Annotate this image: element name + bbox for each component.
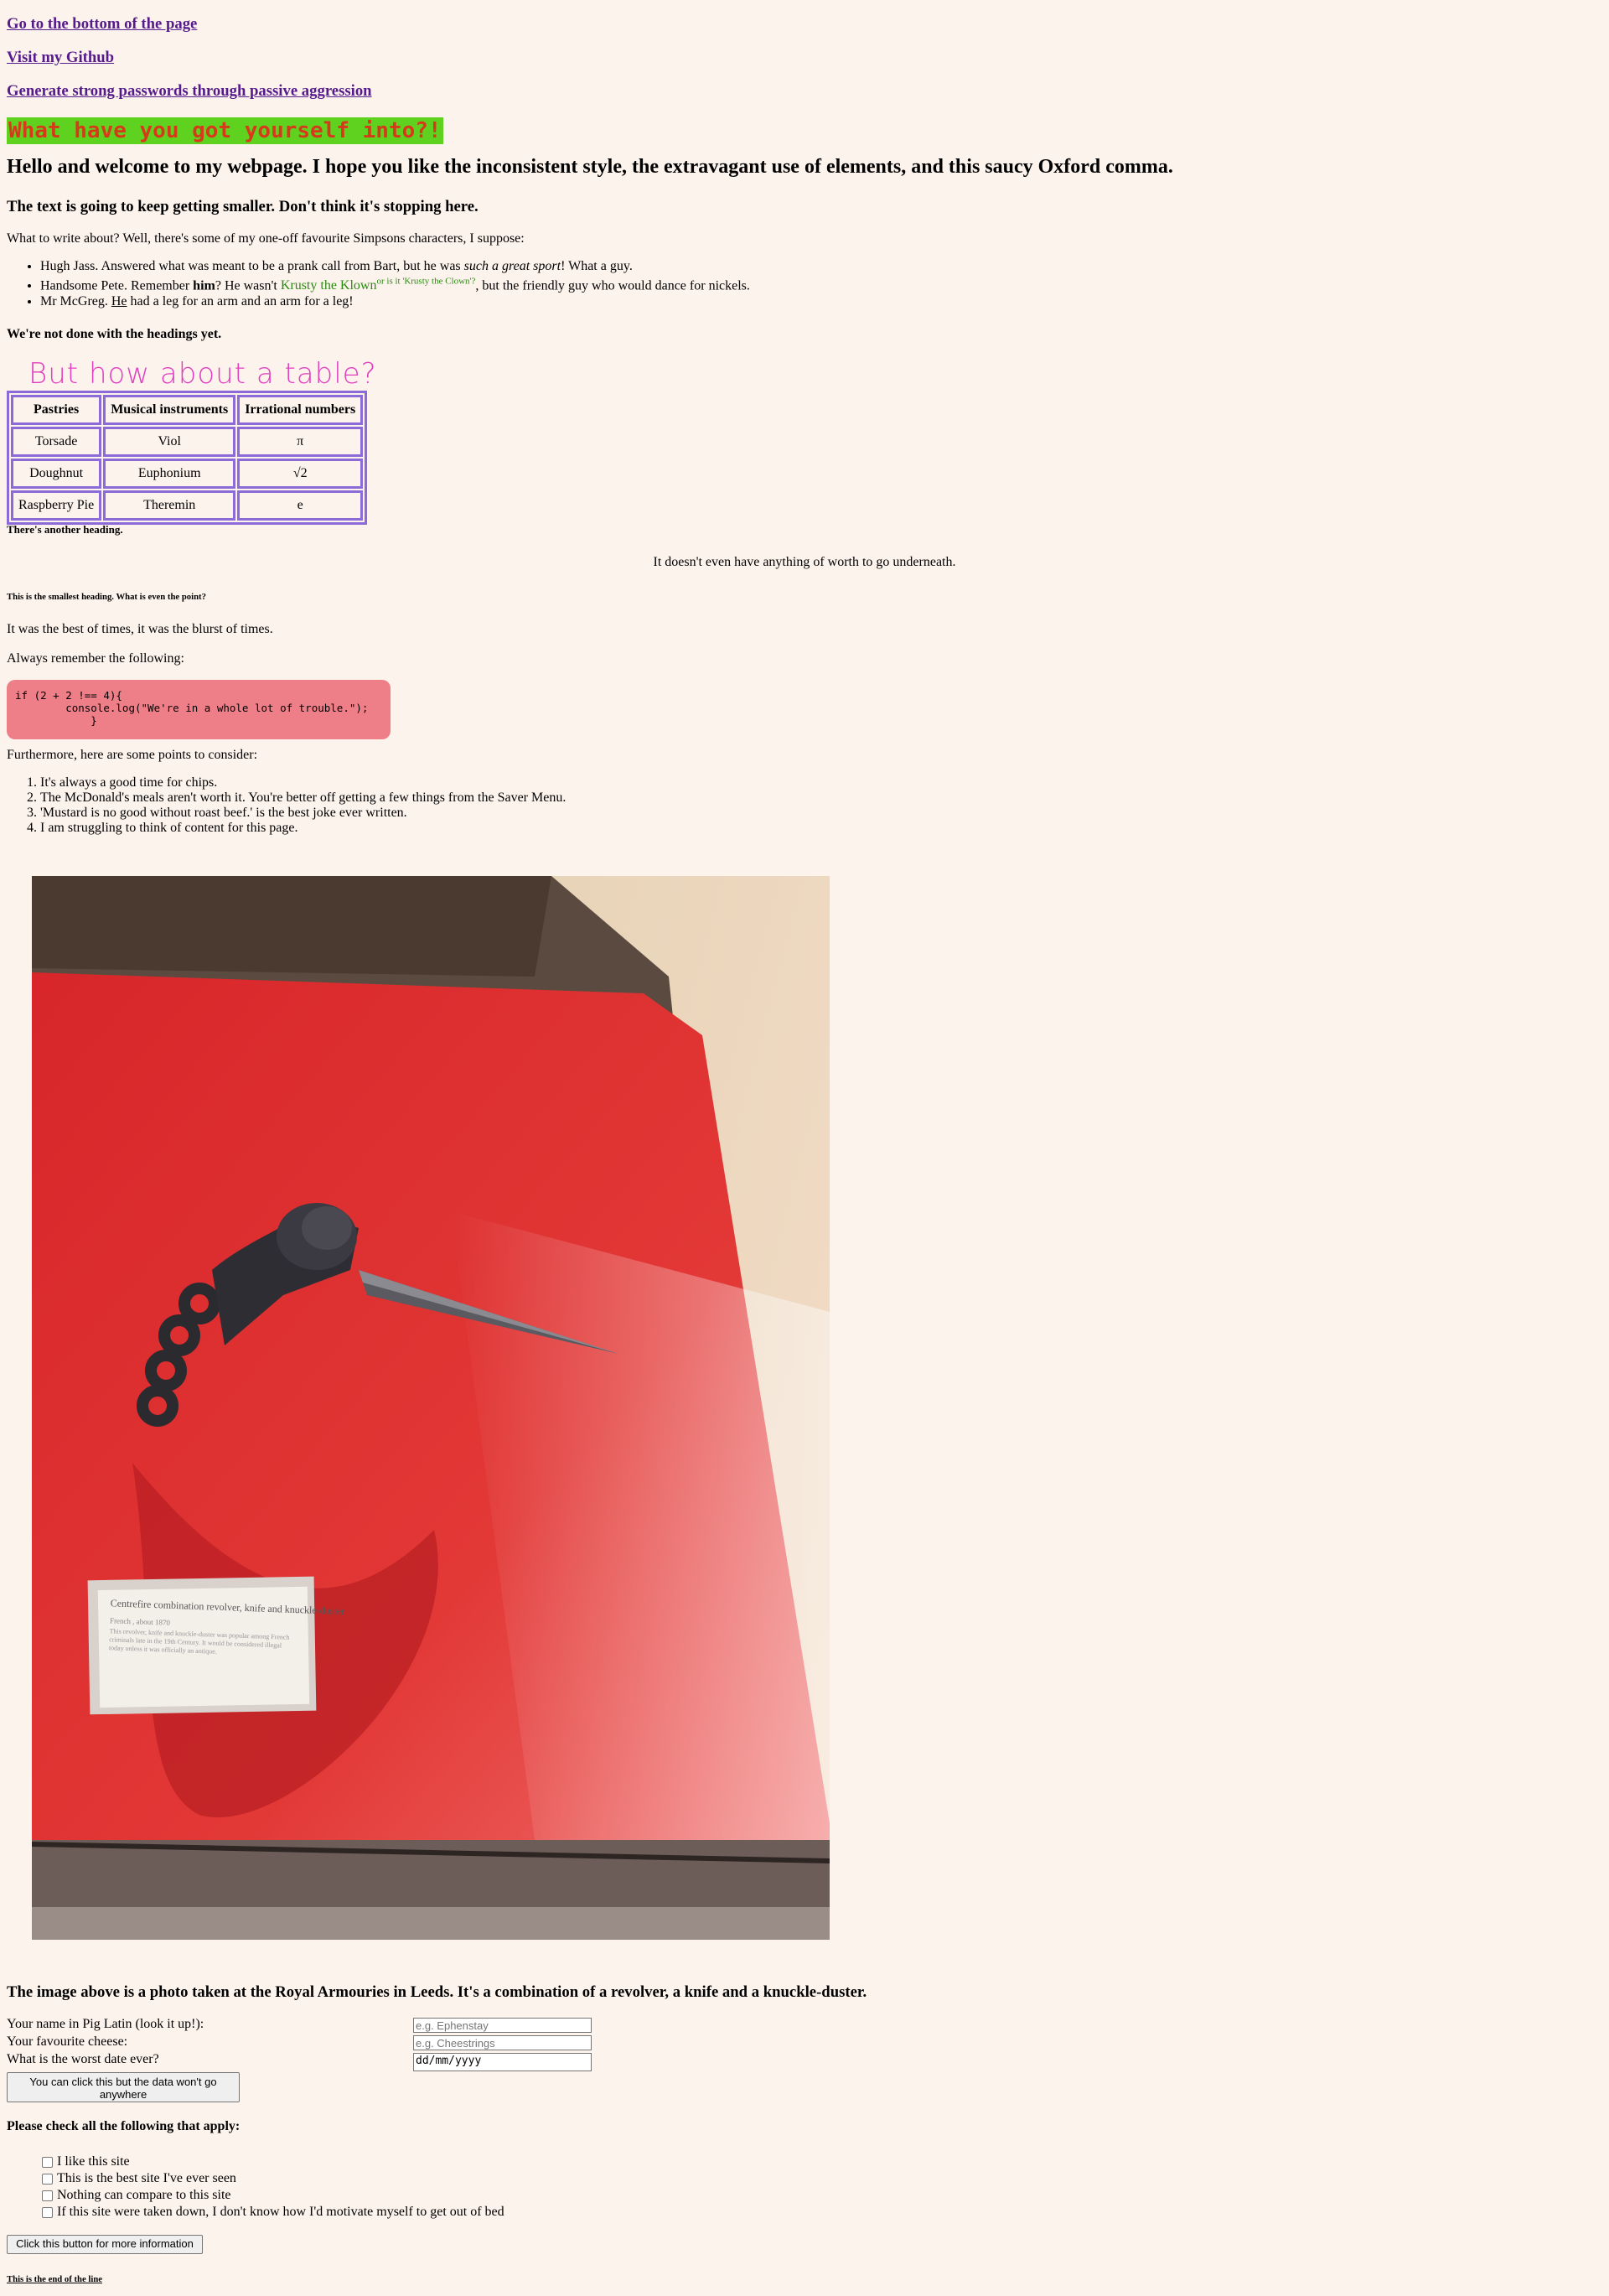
table-cell: e: [237, 490, 364, 521]
column-header: Irrational numbers: [237, 395, 364, 425]
data-table: Pastries Musical instruments Irrational …: [7, 391, 368, 525]
points-list: It's always a good time for chips. The M…: [7, 775, 566, 836]
table-cell: √2: [237, 459, 364, 489]
list-item: The McDonald's meals aren't worth it. Yo…: [40, 790, 566, 806]
another-heading: There's another heading.: [7, 523, 123, 536]
date-input[interactable]: dd/mm/yyyy: [413, 2053, 592, 2071]
bottom-link[interactable]: Go to the bottom of the page: [7, 15, 197, 34]
image-caption: The image above is a photo taken at the …: [7, 1983, 867, 2001]
table-header-row: Pastries Musical instruments Irrational …: [11, 395, 364, 425]
centered-paragraph: It doesn't even have anything of worth t…: [653, 555, 956, 569]
cheese-label: Your favourite cheese:: [7, 2034, 128, 2049]
checkbox-row[interactable]: Nothing can compare to this site: [42, 2188, 231, 2203]
furthermore-paragraph: Furthermore, here are some points to con…: [7, 748, 258, 762]
checkbox-row[interactable]: If this site were taken down, I don't kn…: [42, 2205, 504, 2220]
table-cell: Viol: [103, 427, 236, 457]
placard-body: This revolver, knife and knuckle-duster …: [108, 1627, 290, 1656]
github-link[interactable]: Visit my Github: [7, 49, 114, 67]
checkbox-row[interactable]: I like this site: [42, 2154, 130, 2169]
code-block: if (2 + 2 !== 4){ console.log("We're in …: [7, 680, 391, 739]
passwords-link[interactable]: Generate strong passwords through passiv…: [7, 82, 372, 101]
checkbox[interactable]: [42, 2173, 53, 2185]
smallest-heading: This is the smallest heading. What is ev…: [7, 592, 206, 602]
date-label: What is the worst date ever?: [7, 2052, 159, 2066]
submit-button[interactable]: You can click this but the data won't go…: [7, 2072, 240, 2102]
list-item: 'Mustard is no good without roast beef.'…: [40, 806, 566, 821]
checkbox[interactable]: [42, 2156, 53, 2168]
table-row: Torsade Viol π: [11, 427, 364, 457]
times-paragraph: It was the best of times, it was the blu…: [7, 622, 273, 636]
table-cell: Euphonium: [103, 459, 236, 489]
list-item: I am struggling to think of content for …: [40, 821, 566, 836]
table-row: Raspberry Pie Theremin e: [11, 490, 364, 521]
remember-paragraph: Always remember the following:: [7, 651, 184, 666]
table-cell: Torsade: [11, 427, 102, 457]
column-header: Musical instruments: [103, 395, 236, 425]
checkbox-row[interactable]: This is the best site I've ever seen: [42, 2171, 236, 2186]
pig-latin-name-input[interactable]: [413, 2018, 592, 2033]
revolver-photo-illustration: Centrefire combination revolver, knife a…: [32, 876, 830, 1940]
table-heading: But how about a table?: [28, 357, 377, 391]
column-header: Pastries: [11, 395, 102, 425]
list-item: Mr McGreg. He had a leg for an arm and a…: [40, 293, 750, 309]
welcome-heading: Hello and welcome to my webpage. I hope …: [7, 156, 1173, 178]
table-row: Doughnut Euphonium √2: [11, 459, 364, 489]
table-cell: Raspberry Pie: [11, 490, 102, 521]
checkbox-heading: Please check all the following that appl…: [7, 2119, 241, 2133]
list-item: It's always a good time for chips.: [40, 775, 566, 790]
cheese-input[interactable]: [413, 2035, 592, 2050]
table-cell: Theremin: [103, 490, 236, 521]
simpsons-intro: What to write about? Well, there's some …: [7, 231, 525, 246]
more-info-button[interactable]: Click this button for more information: [7, 2235, 203, 2254]
armouries-photo: Centrefire combination revolver, knife a…: [32, 876, 830, 1940]
table-cell: π: [237, 427, 364, 457]
table-cell: Doughnut: [11, 459, 102, 489]
simpsons-list: Hugh Jass. Answered what was meant to be…: [7, 258, 750, 309]
krusty-abbr: Krusty the Klownor is it 'Krusty the Clo…: [280, 277, 476, 293]
headings-note: We're not done with the headings yet.: [7, 327, 222, 341]
name-label: Your name in Pig Latin (look it up!):: [7, 2017, 204, 2031]
checkbox[interactable]: [42, 2206, 53, 2218]
list-item: Hugh Jass. Answered what was meant to be…: [40, 258, 750, 274]
smaller-heading: The text is going to keep getting smalle…: [7, 198, 479, 215]
checkbox[interactable]: [42, 2190, 53, 2201]
list-item: Handsome Pete. Remember him? He wasn't K…: [40, 274, 750, 293]
end-heading: This is the end of the line: [7, 2274, 103, 2284]
main-heading: What have you got yourself into?!: [7, 117, 443, 144]
